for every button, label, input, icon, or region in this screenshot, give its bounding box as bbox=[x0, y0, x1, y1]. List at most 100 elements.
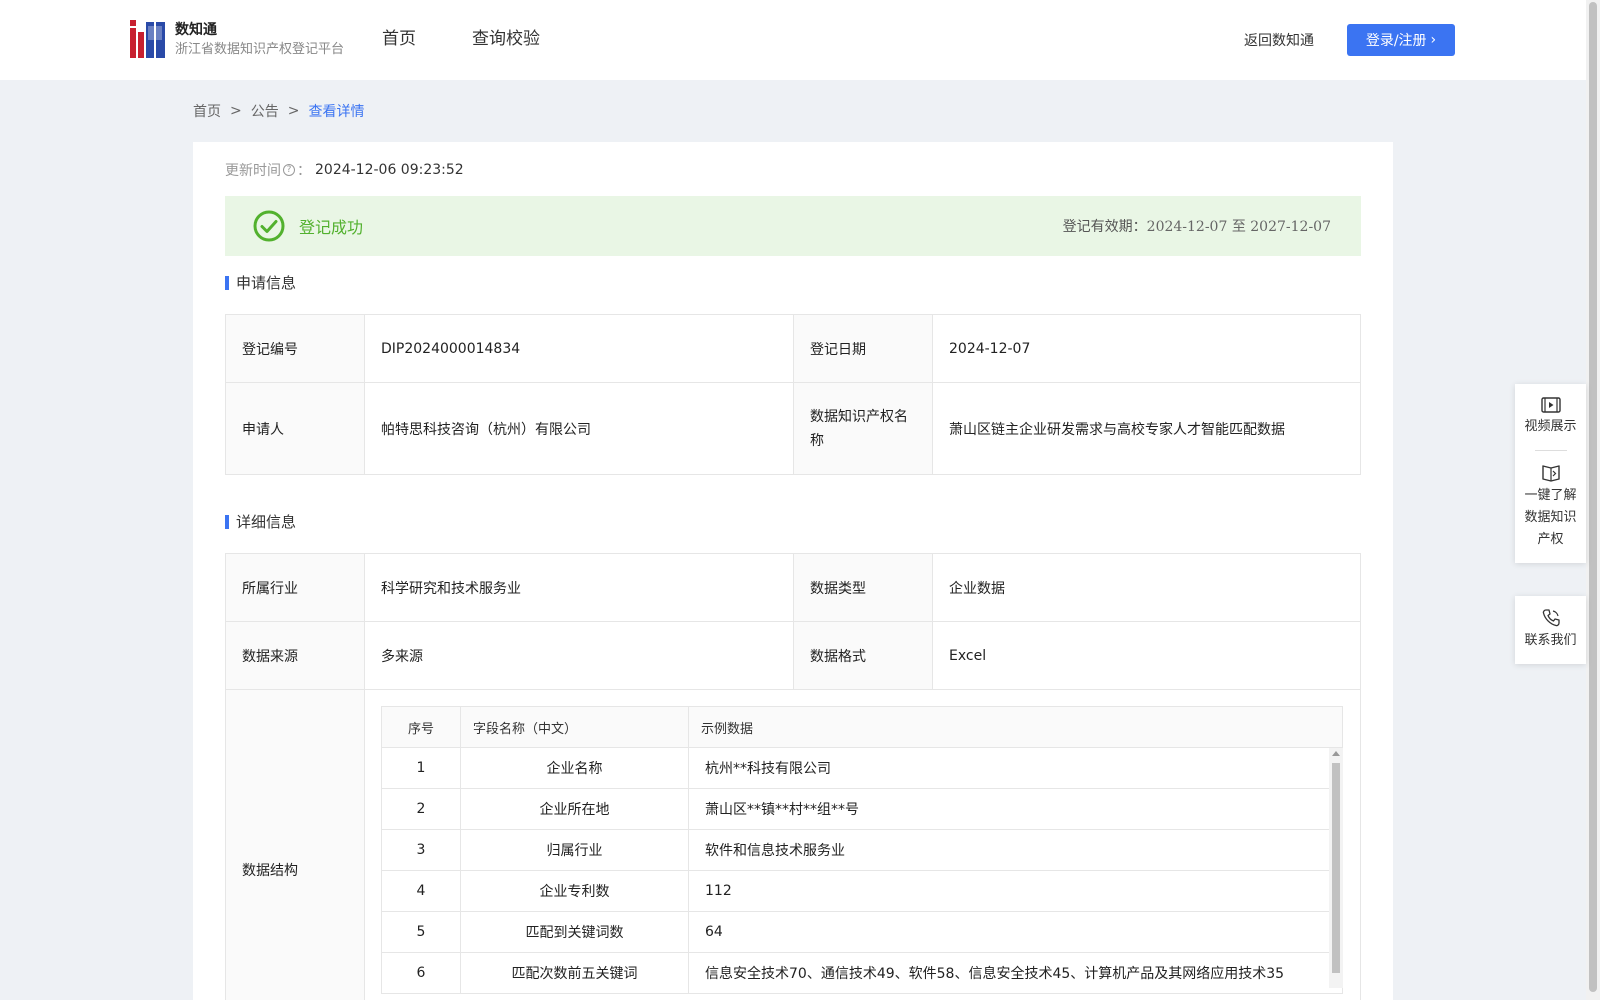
table-row: 数据来源 多来源 数据格式 Excel bbox=[225, 621, 1361, 690]
row-sample: 杭州**科技有限公司 bbox=[688, 747, 1343, 789]
scroll-up-arrow-icon[interactable] bbox=[1332, 751, 1340, 756]
ip-name-value: 萧山区链主企业研发需求与高校专家人才智能匹配数据 bbox=[932, 382, 1361, 475]
data-type-value: 企业数据 bbox=[932, 553, 1361, 622]
row-index: 6 bbox=[381, 952, 461, 994]
structure-header-row: 序号 字段名称（中文） 示例数据 bbox=[381, 706, 1343, 748]
table-row: 5 匹配到关键词数 64 bbox=[381, 911, 1343, 953]
validity-value: 2024-12-07 至 2027-12-07 bbox=[1146, 219, 1331, 235]
video-icon bbox=[1540, 397, 1561, 413]
row-sample: 64 bbox=[688, 911, 1343, 953]
status-text: 登记成功 bbox=[299, 218, 364, 237]
logo-icon[interactable] bbox=[130, 20, 166, 58]
top-header: 数知通 浙江省数据知识产权登记平台 首页 查询校验 返回数知通 登录/注册 › bbox=[0, 0, 1586, 80]
update-time: 更新时间 ? ： 2024-12-06 09:23:52 bbox=[225, 160, 464, 180]
row-field-name: 匹配到关键词数 bbox=[460, 911, 689, 953]
row-field-name: 企业名称 bbox=[460, 747, 689, 789]
contact-us-label: 联系我们 bbox=[1524, 633, 1577, 648]
table-row: 数据结构 序号 字段名称（中文） 示例数据 1 企业名称 杭州**科技有限公司 … bbox=[225, 689, 1361, 1000]
row-field-name: 企业专利数 bbox=[460, 870, 689, 912]
format-value: Excel bbox=[932, 621, 1361, 690]
detail-table: 所属行业 科学研究和技术服务业 数据类型 企业数据 数据来源 多来源 数据格式 … bbox=[225, 553, 1361, 1000]
breadcrumb-announcement[interactable]: 公告 bbox=[251, 101, 279, 121]
brand: 数知通 浙江省数据知识产权登记平台 bbox=[175, 20, 344, 60]
reg-no-label: 登记编号 bbox=[225, 314, 365, 383]
industry-label: 所属行业 bbox=[225, 553, 365, 622]
learn-data-ip-label: 一键了解数据知识产权 bbox=[1524, 488, 1577, 547]
table-row: 登记编号 DIP2024000014834 登记日期 2024-12-07 bbox=[225, 314, 1361, 383]
learn-data-ip-button[interactable]: 一键了解数据知识产权 bbox=[1515, 451, 1586, 563]
phone-icon bbox=[1542, 609, 1560, 627]
side-float-panel: 视频展示 一键了解数据知识产权 bbox=[1515, 384, 1586, 563]
update-time-colon: ： bbox=[297, 163, 311, 179]
brand-name: 数知通 bbox=[175, 22, 217, 38]
back-to-szt-link[interactable]: 返回数知通 bbox=[1244, 30, 1314, 50]
row-sample: 信息安全技术70、通信技术49、软件58、信息安全技术45、计算机产品及其网络应… bbox=[688, 952, 1343, 994]
format-label: 数据格式 bbox=[793, 621, 933, 690]
source-label: 数据来源 bbox=[225, 621, 365, 690]
reg-date-label: 登记日期 bbox=[793, 314, 933, 383]
breadcrumb: 首页 > 公告 > 查看详情 bbox=[193, 101, 364, 121]
row-field-name: 企业所在地 bbox=[460, 788, 689, 830]
reg-no-value: DIP2024000014834 bbox=[364, 314, 794, 383]
table-row: 4 企业专利数 112 bbox=[381, 870, 1343, 912]
row-index: 5 bbox=[381, 911, 461, 953]
section-marker bbox=[225, 275, 229, 290]
update-time-value: 2024-12-06 09:23:52 bbox=[315, 162, 464, 178]
row-field-name: 归属行业 bbox=[460, 829, 689, 871]
ip-name-label: 数据知识产权名称 bbox=[793, 382, 933, 475]
page-scrollbar-thumb[interactable] bbox=[1589, 2, 1597, 992]
breadcrumb-current: 查看详情 bbox=[308, 104, 365, 120]
brand-subtitle: 浙江省数据知识产权登记平台 bbox=[175, 42, 345, 57]
validity: 登记有效期：2024-12-07 至 2027-12-07 bbox=[1063, 216, 1331, 236]
section-detail-title: 详细信息 bbox=[225, 511, 296, 532]
row-index: 2 bbox=[381, 788, 461, 830]
section-detail-label: 详细信息 bbox=[236, 513, 297, 531]
validity-label: 登记有效期： bbox=[1062, 219, 1147, 235]
nav-home[interactable]: 首页 bbox=[382, 27, 416, 51]
table-row: 2 企业所在地 萧山区**镇**村**组**号 bbox=[381, 788, 1343, 830]
section-marker bbox=[225, 514, 229, 529]
application-table: 登记编号 DIP2024000014834 登记日期 2024-12-07 申请… bbox=[225, 314, 1361, 475]
table-row: 申请人 帕特思科技咨询（杭州）有限公司 数据知识产权名称 萧山区链主企业研发需求… bbox=[225, 382, 1361, 475]
structure-scrollbar[interactable] bbox=[1329, 748, 1343, 988]
structure-cell: 序号 字段名称（中文） 示例数据 1 企业名称 杭州**科技有限公司 2 企业所… bbox=[364, 689, 1361, 1000]
applicant-label: 申请人 bbox=[225, 382, 365, 475]
data-type-label: 数据类型 bbox=[793, 553, 933, 622]
main-nav: 首页 查询校验 bbox=[382, 27, 596, 51]
column-header-sample: 示例数据 bbox=[688, 706, 1343, 748]
breadcrumb-home[interactable]: 首页 bbox=[193, 101, 221, 121]
structure-label: 数据结构 bbox=[225, 689, 365, 1000]
breadcrumb-separator: > bbox=[230, 103, 242, 119]
structure-table: 序号 字段名称（中文） 示例数据 1 企业名称 杭州**科技有限公司 2 企业所… bbox=[381, 706, 1343, 994]
table-row: 3 归属行业 软件和信息技术服务业 bbox=[381, 829, 1343, 871]
column-header-field-name: 字段名称（中文） bbox=[460, 706, 689, 748]
row-field-name: 匹配次数前五关键词 bbox=[460, 952, 689, 994]
help-icon[interactable]: ? bbox=[283, 164, 295, 176]
section-application-title: 申请信息 bbox=[225, 272, 296, 293]
applicant-value: 帕特思科技咨询（杭州）有限公司 bbox=[364, 382, 794, 475]
nav-query-verify[interactable]: 查询校验 bbox=[472, 27, 540, 51]
breadcrumb-separator: > bbox=[287, 103, 300, 119]
section-application-label: 申请信息 bbox=[236, 274, 297, 292]
structure-scrollbar-thumb[interactable] bbox=[1332, 763, 1340, 973]
column-header-index: 序号 bbox=[381, 706, 461, 748]
contact-float-panel: 联系我们 bbox=[1515, 596, 1586, 664]
login-register-button[interactable]: 登录/注册 › bbox=[1347, 24, 1455, 56]
table-row: 所属行业 科学研究和技术服务业 数据类型 企业数据 bbox=[225, 553, 1361, 622]
book-icon bbox=[1541, 465, 1560, 482]
status-banner: 登记成功 登记有效期：2024-12-07 至 2027-12-07 bbox=[225, 196, 1361, 256]
row-sample: 萧山区**镇**村**组**号 bbox=[688, 788, 1343, 830]
source-value: 多来源 bbox=[364, 621, 794, 690]
table-row: 1 企业名称 杭州**科技有限公司 bbox=[381, 747, 1343, 789]
video-showcase-label: 视频展示 bbox=[1524, 419, 1577, 434]
check-circle-icon bbox=[253, 210, 285, 242]
row-sample: 软件和信息技术服务业 bbox=[688, 829, 1343, 871]
reg-date-value: 2024-12-07 bbox=[932, 314, 1361, 383]
row-index: 4 bbox=[381, 870, 461, 912]
update-time-label: 更新时间 bbox=[225, 163, 281, 179]
row-index: 3 bbox=[381, 829, 461, 871]
contact-us-button[interactable]: 联系我们 bbox=[1515, 596, 1586, 664]
login-register-label: 登录/注册 bbox=[1365, 33, 1427, 49]
video-showcase-button[interactable]: 视频展示 bbox=[1515, 384, 1586, 450]
industry-value: 科学研究和技术服务业 bbox=[364, 553, 794, 622]
